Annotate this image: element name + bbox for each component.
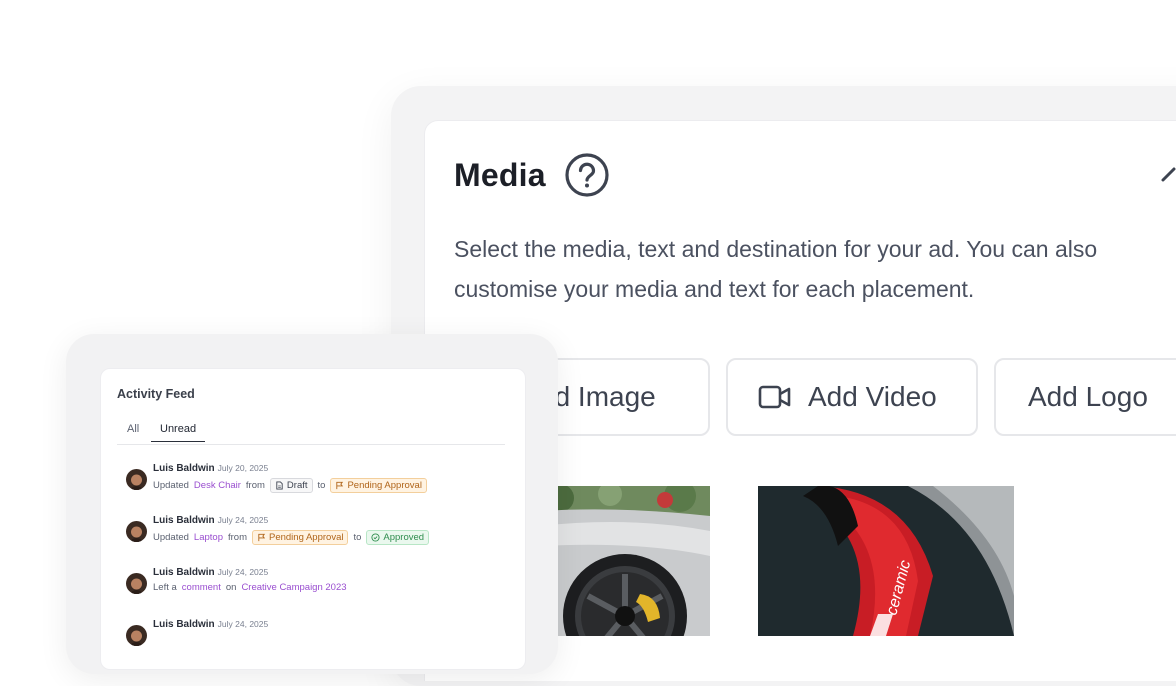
avatar	[126, 521, 147, 542]
media-header: Media	[454, 150, 610, 200]
status-badge-pending: Pending Approval	[330, 478, 427, 493]
add-video-label: Add Video	[808, 381, 937, 412]
comment-link[interactable]: comment	[182, 582, 221, 593]
video-icon	[758, 385, 791, 409]
entry-author: Luis Baldwin July 24, 2025	[153, 567, 269, 578]
media-title: Media	[454, 156, 546, 193]
entry-to-word: to	[353, 532, 362, 543]
status-badge-approved: Approved	[366, 530, 430, 545]
item-link[interactable]: Laptop	[194, 532, 223, 543]
tab-unread[interactable]: Unread	[151, 423, 206, 442]
entry-text: Left a comment on Creative Campaign 2023	[153, 582, 347, 593]
avatar	[126, 573, 147, 594]
add-video-button[interactable]: Add Video	[726, 358, 978, 436]
entry-text: Updated Laptop from Pending Approval to …	[153, 530, 430, 545]
item-link[interactable]: Desk Chair	[194, 480, 241, 491]
status-badge-draft: Draft	[269, 478, 313, 493]
entry-author: Luis Baldwin July 24, 2025	[153, 619, 269, 630]
flag-icon	[258, 533, 266, 542]
campaign-link[interactable]: Creative Campaign 2023	[241, 582, 346, 593]
entry-date: July 20, 2025	[217, 463, 269, 473]
check-circle-icon	[371, 533, 380, 542]
help-icon[interactable]	[564, 152, 610, 198]
entry-from-word: from	[227, 532, 247, 543]
entry-verb: Updated	[153, 480, 189, 491]
entry-author: Luis Baldwin July 24, 2025	[153, 515, 269, 526]
entry-on-word: on	[225, 582, 237, 593]
media-description: Select the media, text and destination f…	[454, 236, 1098, 302]
flag-icon	[336, 481, 344, 490]
entry-text: Updated Desk Chair from Draft to Pending…	[153, 478, 427, 493]
entry-verb: Left a	[153, 582, 177, 593]
feed-tabs: All Unread	[117, 420, 505, 445]
add-logo-label: Add Logo	[1028, 381, 1148, 412]
avatar	[126, 469, 147, 490]
collapse-icon[interactable]	[1160, 160, 1176, 190]
entry-date: July 24, 2025	[217, 619, 269, 629]
entry-date: July 24, 2025	[217, 515, 269, 525]
entry-verb: Updated	[153, 532, 189, 543]
media-thumbnail-car[interactable]	[540, 486, 710, 636]
tab-all[interactable]: All	[127, 423, 139, 435]
entry-author: Luis Baldwin July 20, 2025	[153, 463, 269, 474]
status-badge-pending: Pending Approval	[251, 530, 349, 545]
entry-from-word: from	[245, 480, 265, 491]
document-icon	[276, 481, 283, 490]
entry-date: July 24, 2025	[217, 567, 269, 577]
add-logo-button[interactable]: Add Logo	[994, 358, 1176, 436]
activity-feed-title: Activity Feed	[117, 387, 195, 401]
media-thumbnail-brake[interactable]: ceramic	[758, 486, 1014, 636]
entry-to-word: to	[317, 480, 326, 491]
